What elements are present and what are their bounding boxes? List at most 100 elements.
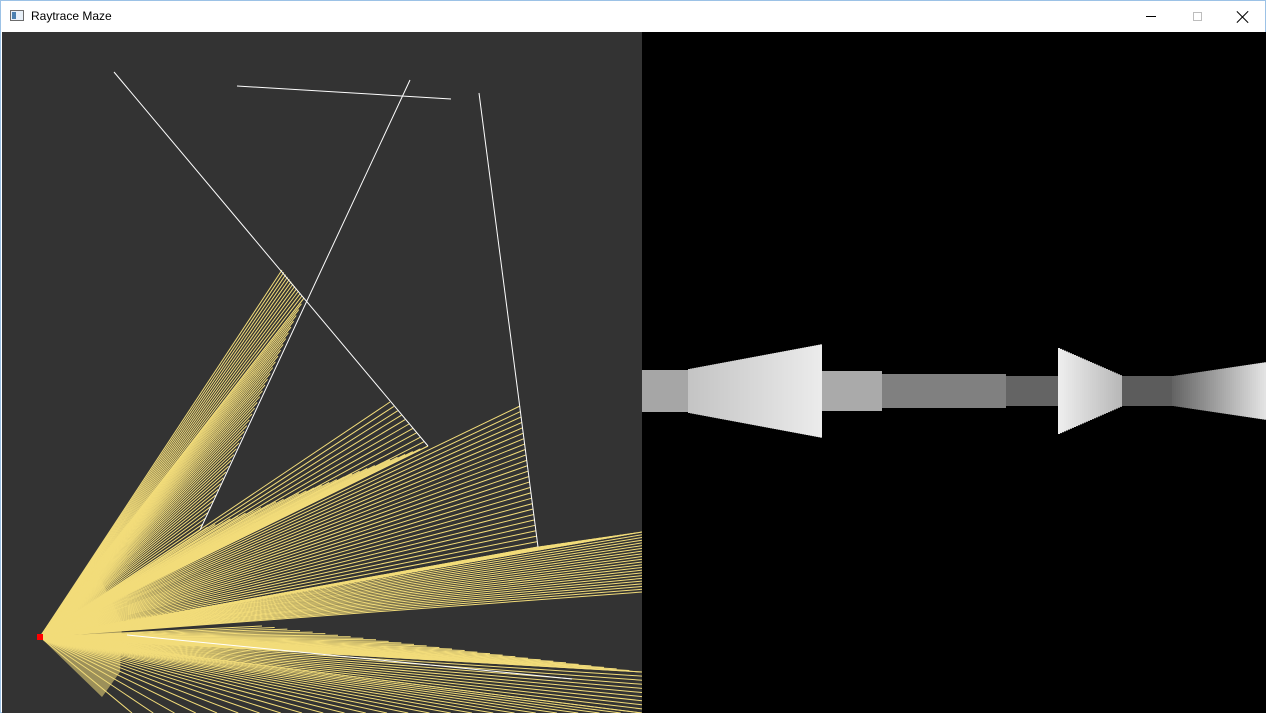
wall-slice xyxy=(1036,376,1038,406)
wall-slice xyxy=(730,361,732,421)
wall-slice xyxy=(1070,353,1072,429)
wall-slice xyxy=(900,374,902,408)
wall-slice xyxy=(734,360,736,422)
wall-slice xyxy=(834,371,836,411)
wall-slice xyxy=(1074,355,1076,427)
wall-slice xyxy=(800,348,802,434)
wall-slice xyxy=(1178,375,1180,407)
maximize-button[interactable] xyxy=(1174,1,1220,32)
wall-slice xyxy=(1248,364,1250,418)
wall-slice xyxy=(1056,376,1058,406)
wall-slice xyxy=(986,374,988,408)
wall-slice xyxy=(906,374,908,408)
wall-slice xyxy=(872,371,874,411)
wall-slice xyxy=(818,344,820,438)
wall-slice xyxy=(1146,376,1148,406)
wall-slice xyxy=(1006,376,1008,406)
wall-slice xyxy=(1192,373,1194,409)
wall-slice xyxy=(1262,362,1264,420)
wall-slice xyxy=(758,355,760,427)
wall-slice xyxy=(658,370,660,412)
wall-slice xyxy=(904,374,906,408)
wall-slice xyxy=(668,370,670,412)
wall-slice xyxy=(1222,368,1224,414)
title-bar[interactable]: Raytrace Maze xyxy=(1,1,1265,32)
wall-slice xyxy=(886,374,888,408)
wall-slice xyxy=(696,367,698,415)
wall-slice xyxy=(1198,372,1200,410)
wall-slice xyxy=(736,360,738,422)
wall-slice xyxy=(884,374,886,408)
wall-slice xyxy=(1114,372,1116,410)
wall-slice xyxy=(828,371,830,411)
wall-slice xyxy=(960,374,962,408)
wall-slice xyxy=(830,371,832,411)
wall-slice xyxy=(918,374,920,408)
wall-slice xyxy=(1034,376,1036,406)
wall-slice xyxy=(670,370,672,412)
wall-slice xyxy=(1032,376,1034,406)
wall-slice xyxy=(860,371,862,411)
wall-slice xyxy=(972,374,974,408)
client-area xyxy=(2,32,1266,713)
wall-slice xyxy=(902,374,904,408)
wall-slice xyxy=(1170,376,1172,406)
wall-slice xyxy=(1136,376,1138,406)
wall-slice xyxy=(798,348,800,434)
wall-slice xyxy=(788,350,790,432)
wall-slice xyxy=(704,366,706,416)
wall-slice xyxy=(1064,350,1066,432)
wall-slice xyxy=(684,370,686,412)
wall-slice xyxy=(1164,376,1166,406)
wall-slice xyxy=(964,374,966,408)
wall-slice xyxy=(1194,372,1196,410)
wall-slice xyxy=(1216,369,1218,413)
wall-slice xyxy=(796,348,798,434)
wall-slice xyxy=(1110,370,1112,412)
wall-slice xyxy=(1116,373,1118,409)
wall-slice xyxy=(1054,376,1056,406)
wall-slice xyxy=(932,374,934,408)
wall-slice xyxy=(1206,370,1208,412)
wall-slice xyxy=(958,374,960,408)
wall-slice xyxy=(1226,367,1228,415)
minimize-button[interactable] xyxy=(1128,1,1174,32)
wall-slice xyxy=(954,374,956,408)
wall-slice xyxy=(1190,373,1192,409)
wall-slice xyxy=(1020,376,1022,406)
wall-slice xyxy=(878,371,880,411)
wall-slice xyxy=(1260,362,1262,420)
wall-slice xyxy=(842,371,844,411)
wall-slice xyxy=(1038,376,1040,406)
wall-slice xyxy=(928,374,930,408)
wall-slice xyxy=(1120,375,1122,407)
wall-slice xyxy=(990,374,992,408)
wall-slice xyxy=(1098,365,1100,417)
wall-slice xyxy=(974,374,976,408)
wall-slice xyxy=(1088,361,1090,421)
wall-slice xyxy=(1218,369,1220,413)
wall-slice xyxy=(722,362,724,420)
window-title: Raytrace Maze xyxy=(31,9,112,23)
wall-slice xyxy=(922,374,924,408)
wall-slice xyxy=(984,374,986,408)
wall-slice xyxy=(1236,366,1238,416)
wall-slice xyxy=(794,349,796,433)
wall-slice xyxy=(1108,369,1110,413)
wall-slice xyxy=(790,349,792,433)
wall-slice xyxy=(952,374,954,408)
close-button[interactable] xyxy=(1220,1,1266,32)
wall-slice xyxy=(880,371,882,411)
wall-slice xyxy=(920,374,922,408)
wall-slice xyxy=(1084,359,1086,423)
map-view[interactable] xyxy=(2,32,642,713)
wall-slice xyxy=(1112,371,1114,411)
wall-slice xyxy=(1204,371,1206,411)
wall-slice xyxy=(1186,373,1188,409)
wall-slice xyxy=(1234,366,1236,416)
wall-slice xyxy=(760,355,762,427)
wall-slice xyxy=(876,371,878,411)
wall-slice xyxy=(738,359,740,423)
wall-slice xyxy=(1024,376,1026,406)
wall-slice xyxy=(924,374,926,408)
